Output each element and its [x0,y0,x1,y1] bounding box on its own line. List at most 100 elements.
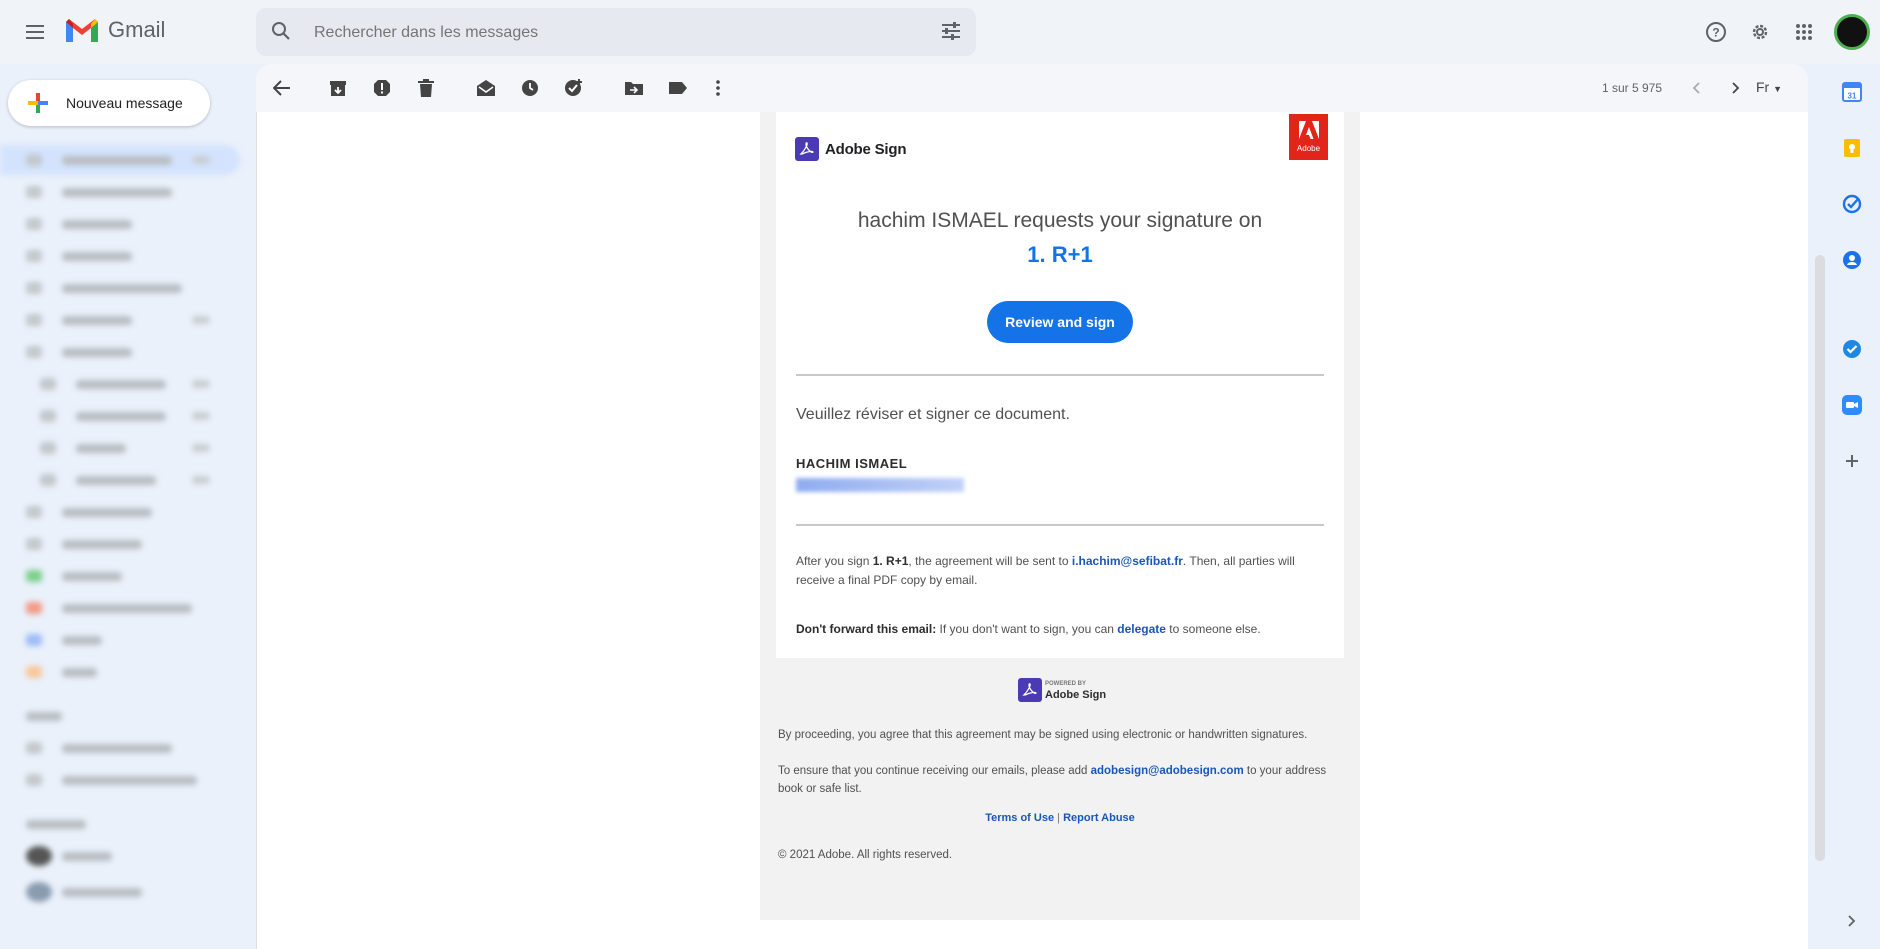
gmail-logo[interactable]: Gmail [64,16,165,44]
contacts-icon[interactable] [1838,246,1866,274]
sidebar-item[interactable] [0,145,240,175]
pagination-text: 1 sur 5 975 [1601,81,1662,95]
sidebar-item[interactable] [0,305,240,335]
chevron-down-icon: ▼ [1773,84,1782,94]
calendar-icon[interactable]: 31 [1838,78,1866,106]
input-language-label: Fr [1755,79,1770,95]
adobesign-email-link[interactable]: adobesign@adobesign.com [1091,765,1244,777]
main-menu-icon[interactable] [16,12,56,52]
recipient-email-link[interactable]: i.hachim@sefibat.fr [1072,554,1183,568]
dont-forward-text: If you don't want to sign, you can [936,622,1118,636]
after-sign-notice: After you sign 1. R+1, the agreement wil… [796,552,1326,590]
label-tag-icon[interactable] [658,68,698,108]
sidebar-item[interactable] [0,625,240,655]
add-to-tasks-icon[interactable] [554,68,594,108]
mark-unread-icon[interactable] [466,68,506,108]
sidebar-item[interactable] [0,765,240,795]
sidebar-item[interactable] [0,209,240,239]
sidebar-item[interactable] [0,337,240,367]
zoom-video-icon[interactable] [1838,391,1866,419]
report-abuse-link[interactable]: Report Abuse [1063,812,1135,824]
checklist-addon-icon[interactable] [1838,335,1866,363]
safe-list-prefix: To ensure that you continue receiving ou… [778,765,1091,777]
older-chevron-right-icon[interactable] [1716,68,1756,108]
safe-list-notice: To ensure that you continue receiving ou… [778,762,1348,798]
help-icon[interactable]: ? [1696,12,1736,52]
top-bar: Gmail ? [0,0,1880,64]
expand-side-panel-chevron-icon[interactable] [1838,907,1866,935]
signature-request-line: hachim ISMAEL requests your signature on [857,209,1263,232]
sender-email-redacted [796,478,964,492]
archive-icon[interactable] [318,68,358,108]
message-toolbar: 1 sur 5 975 Fr ▼ [256,64,1808,112]
email-card: Adobe Sign Adobe hachim ISMAEL requests … [776,112,1344,658]
review-and-sign-button[interactable]: Review and sign [987,301,1133,343]
sidebar-item[interactable] [0,561,240,591]
sidebar-item[interactable] [0,369,240,399]
adobe-badge-text: Adobe [1296,143,1321,153]
app-name: Gmail [108,17,166,42]
gmail-m-icon [66,19,98,42]
search-options-icon[interactable] [940,20,962,47]
adobe-sign-brand: Adobe Sign [825,140,907,158]
delegate-link[interactable]: delegate [1117,622,1166,636]
after-sign-document: 1. R+1 [872,554,909,568]
sidebar-item[interactable] [0,465,240,495]
divider [796,374,1324,376]
sidebar-section [0,809,240,839]
footer-separator: | [1054,812,1064,824]
adobe-sign-logo: Adobe Sign [795,137,907,161]
after-sign-middle: , the agreement will be sent to [908,554,1072,568]
sidebar-item[interactable] [0,593,240,623]
sidebar-item[interactable] [0,657,240,687]
sidebar-item[interactable] [0,401,240,431]
sidebar-item[interactable] [0,241,240,271]
sidebar-section [0,701,240,731]
search-input[interactable] [312,20,876,46]
apps-grid-icon[interactable] [1784,12,1824,52]
compose-plus-icon [26,91,50,115]
compose-label: Nouveau message [66,95,183,111]
svg-text:31: 31 [1848,92,1857,101]
sidebar-item[interactable] [0,877,240,907]
sender-name: HACHIM ISMAEL [796,456,908,471]
more-options-icon[interactable] [698,68,738,108]
after-sign-prefix: After you sign [796,554,873,568]
newer-chevron-left-icon[interactable] [1676,68,1716,108]
scrollbar-thumb[interactable] [1815,255,1825,861]
sender-message: Veuillez réviser et signer ce document. [796,406,1070,423]
sidebar-item[interactable] [0,529,240,559]
sidebar-item[interactable] [0,497,240,527]
sidebar-item[interactable] [0,733,240,763]
document-name: 1. R+1 [1027,242,1093,267]
adobe-a-icon [1298,120,1319,142]
adobe-acrobat-icon [1018,678,1042,702]
dont-forward-end: to someone else. [1165,622,1261,636]
svg-text:?: ? [1712,26,1719,40]
delete-trash-icon[interactable] [406,68,446,108]
divider [796,524,1324,526]
settings-gear-icon[interactable] [1740,12,1780,52]
copyright-text: © 2021 Adobe. All rights reserved. [778,849,953,861]
sidebar-item[interactable] [0,433,240,463]
terms-of-use-link[interactable]: Terms of Use [985,812,1054,824]
compose-button[interactable]: Nouveau message [8,80,210,126]
snooze-clock-icon[interactable] [510,68,550,108]
adobe-acrobat-icon [795,137,819,161]
search-bar[interactable] [256,8,976,56]
back-arrow-icon[interactable] [262,68,302,108]
keep-notes-icon[interactable] [1838,134,1866,162]
get-addons-plus-icon[interactable] [1838,447,1866,475]
account-avatar[interactable] [1834,14,1870,50]
tasks-icon[interactable] [1838,190,1866,218]
move-to-icon[interactable] [614,68,654,108]
consent-text: By proceeding, you agree that this agree… [778,729,1308,741]
sidebar-item[interactable] [0,177,240,207]
powered-by-brand: Adobe Sign [1045,689,1107,701]
search-icon[interactable] [270,20,292,47]
report-spam-icon[interactable] [362,68,402,108]
sidebar-item[interactable] [0,273,240,303]
adobe-sign-email: Adobe Sign Adobe hachim ISMAEL requests … [760,112,1360,920]
input-language-selector[interactable]: Fr ▼ [1756,79,1782,95]
sidebar-item[interactable] [0,841,240,871]
